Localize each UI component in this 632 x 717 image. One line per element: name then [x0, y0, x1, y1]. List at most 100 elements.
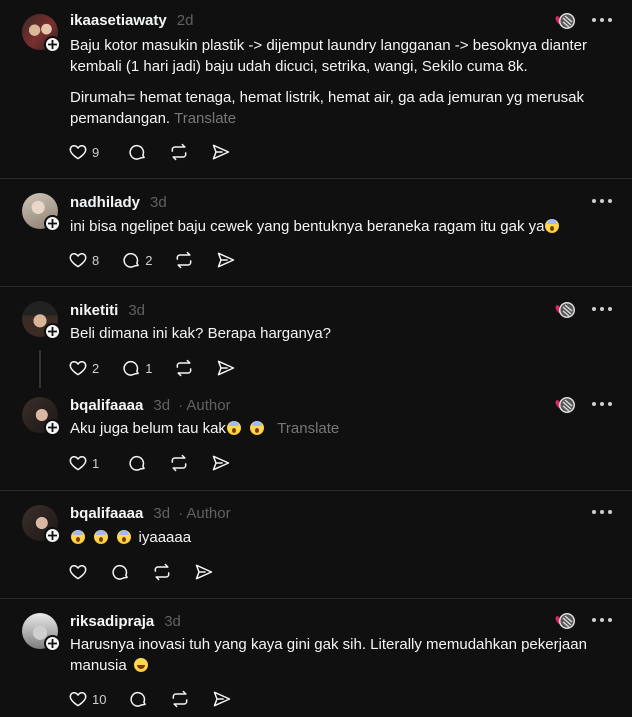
translate-link[interactable]: Translate: [277, 420, 339, 437]
repost-button[interactable]: [174, 250, 194, 270]
reply-button[interactable]: [110, 562, 130, 582]
author-liked-heart-icon: [554, 300, 576, 320]
avatar[interactable]: [22, 301, 61, 340]
heart-icon: [69, 692, 87, 707]
reply-button[interactable]: [127, 453, 147, 473]
avatar[interactable]: [22, 14, 61, 53]
like-button[interactable]: 1: [68, 453, 99, 473]
avatar[interactable]: [22, 613, 61, 652]
like-button[interactable]: 10: [68, 689, 106, 709]
repost-button[interactable]: [174, 358, 194, 378]
thread-post: nadhilady 3d ini bisa ngelipet baju cewe…: [0, 179, 632, 285]
reply-button[interactable]: 1: [121, 358, 152, 378]
timestamp[interactable]: 3d: [153, 397, 170, 414]
author-liked-heart-icon: [554, 395, 576, 415]
like-count: 9: [92, 144, 100, 160]
repost-icon: [177, 251, 192, 269]
timestamp[interactable]: 3d: [164, 613, 181, 630]
username[interactable]: riksadipraja: [70, 613, 154, 630]
author-tag: · Author: [178, 505, 231, 522]
post-paragraph: Dirumah= hemat tenaga, hemat listrik, he…: [70, 89, 584, 127]
share-button[interactable]: [216, 250, 236, 270]
author-tag: · Author: [178, 397, 231, 414]
more-icon[interactable]: [592, 402, 612, 408]
comment-icon: [123, 360, 140, 376]
scream-emoji-icon: [117, 530, 132, 544]
comment-icon: [129, 455, 146, 471]
thread-post: niketiti 3d Beli dimana ini kak? Berapa …: [0, 287, 632, 383]
comment-icon: [129, 144, 146, 160]
follow-plus-icon[interactable]: [44, 215, 61, 232]
author-liked-heart-icon: [554, 611, 576, 631]
follow-plus-icon[interactable]: [44, 527, 61, 544]
reply-count: 2: [145, 252, 153, 268]
repost-button[interactable]: [170, 689, 190, 709]
like-button[interactable]: 8: [68, 250, 99, 270]
reply-button[interactable]: 2: [121, 250, 152, 270]
send-icon: [195, 564, 213, 580]
more-icon[interactable]: [592, 618, 612, 624]
reply-button[interactable]: [128, 689, 148, 709]
post-text: Aku juga belum tau kak Translate: [70, 418, 610, 439]
timestamp[interactable]: 3d: [153, 505, 170, 522]
like-count: 10: [92, 691, 107, 707]
like-count: 1: [92, 455, 100, 471]
grin-emoji-icon: [133, 658, 148, 672]
avatar[interactable]: [22, 505, 61, 544]
scream-emoji-icon: [94, 530, 109, 544]
username[interactable]: bqalifaaaa: [70, 505, 143, 522]
share-button[interactable]: [212, 689, 232, 709]
share-button[interactable]: [194, 562, 214, 582]
repost-button[interactable]: [169, 453, 189, 473]
follow-plus-icon[interactable]: [44, 419, 61, 436]
translate-link[interactable]: Translate: [174, 110, 236, 127]
more-icon[interactable]: [592, 18, 612, 24]
more-icon[interactable]: [592, 510, 612, 516]
post-paragraph: iyaaaaa: [138, 529, 192, 546]
thread-post: bqalifaaaa 3d · Author Aku juga belum ta…: [0, 383, 632, 490]
reply-count: 1: [145, 360, 153, 376]
thread-post: bqalifaaaa 3d · Author iyaaaaa: [0, 491, 632, 598]
timestamp[interactable]: 3d: [150, 194, 167, 211]
like-button[interactable]: [68, 562, 88, 582]
send-icon: [218, 360, 235, 376]
reply-button[interactable]: [127, 142, 147, 162]
timestamp[interactable]: 3d: [128, 302, 145, 319]
post-paragraph: Beli dimana ini kak? Berapa harganya?: [70, 325, 331, 342]
scream-emoji-icon: [226, 421, 241, 435]
comment-icon: [123, 252, 140, 268]
username[interactable]: bqalifaaaa: [70, 397, 143, 414]
like-count: 2: [92, 360, 100, 376]
username[interactable]: niketiti: [70, 302, 118, 319]
heart-icon: [69, 456, 87, 471]
repost-icon: [171, 143, 187, 161]
post-text: Harusnya inovasi tuh yang kaya gini gak …: [70, 634, 610, 676]
like-button[interactable]: 2: [68, 358, 99, 378]
post-paragraph: Harusnya inovasi tuh yang kaya gini gak …: [70, 636, 587, 674]
follow-plus-icon[interactable]: [44, 635, 61, 652]
more-icon[interactable]: [592, 199, 612, 205]
follow-plus-icon[interactable]: [44, 36, 61, 53]
share-button[interactable]: [211, 453, 231, 473]
share-button[interactable]: [211, 142, 231, 162]
avatar[interactable]: [22, 193, 61, 232]
like-button[interactable]: 9: [68, 142, 99, 162]
scream-emoji-icon: [71, 530, 85, 544]
repost-button[interactable]: [169, 142, 189, 162]
comment-icon: [112, 564, 128, 580]
post-text: iyaaaaa: [70, 527, 610, 548]
heart-icon: [69, 361, 87, 376]
send-icon: [214, 691, 231, 707]
follow-plus-icon[interactable]: [44, 323, 61, 340]
timestamp[interactable]: 2d: [177, 12, 194, 29]
post-text: Baju kotor masukin plastik -> dijemput l…: [70, 35, 610, 129]
send-icon: [218, 252, 235, 268]
avatar[interactable]: [22, 397, 61, 436]
share-button[interactable]: [216, 358, 236, 378]
repost-button[interactable]: [152, 562, 172, 582]
username[interactable]: ikaasetiawaty: [70, 12, 167, 29]
thread-post: riksadipraja 3d Harusnya inovasi tuh yan…: [0, 599, 632, 717]
username[interactable]: nadhilady: [70, 194, 140, 211]
more-icon[interactable]: [592, 307, 612, 313]
scream-emoji-icon: [250, 421, 265, 435]
